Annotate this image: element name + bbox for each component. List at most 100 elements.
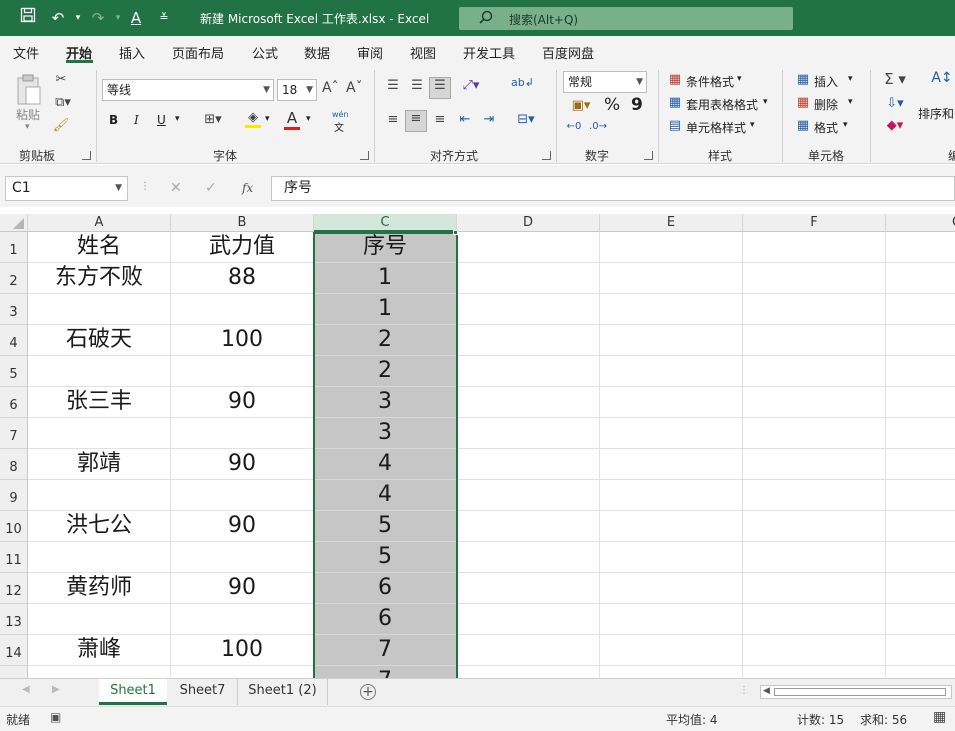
cell[interactable] — [457, 325, 600, 356]
cell[interactable] — [171, 418, 314, 449]
cell[interactable] — [171, 294, 314, 325]
sort-filter-label[interactable]: 排序和 — [918, 105, 954, 122]
font-launcher-icon[interactable] — [360, 151, 369, 160]
chevron-down-icon[interactable]: ▼ — [115, 177, 122, 200]
undo-dropdown-icon[interactable]: ▾ — [67, 7, 89, 29]
insert-cells-button[interactable]: 插入 — [814, 73, 838, 90]
row-header[interactable]: 9 — [0, 480, 28, 511]
cell[interactable]: 90 — [171, 573, 314, 604]
chevron-down-icon[interactable]: ▾ — [750, 120, 755, 130]
font-color-dropdown-icon[interactable]: ▾ — [306, 114, 311, 124]
tab-page-layout[interactable]: 页面布局 — [172, 43, 224, 62]
cut-icon[interactable]: ✂ — [52, 72, 70, 87]
row-header[interactable]: 10 — [0, 511, 28, 542]
cell[interactable] — [171, 666, 314, 678]
cell[interactable]: 4 — [314, 480, 457, 511]
cell[interactable] — [600, 666, 743, 678]
cell[interactable] — [886, 232, 955, 263]
tab-developer[interactable]: 开发工具 — [463, 43, 515, 62]
tab-data[interactable]: 数据 — [304, 43, 330, 62]
cell[interactable] — [743, 666, 886, 678]
row-header[interactable]: 5 — [0, 356, 28, 387]
cell[interactable] — [171, 542, 314, 573]
scrollbar-thumb[interactable] — [774, 688, 946, 696]
tab-file[interactable]: 文件 — [13, 43, 39, 62]
conditional-format-icon[interactable]: ▦ — [667, 72, 683, 87]
cell[interactable] — [743, 573, 886, 604]
delete-cells-icon[interactable]: ▦ — [795, 95, 811, 110]
row-header[interactable]: 4 — [0, 325, 28, 356]
increase-font-icon[interactable]: Aˆ — [322, 80, 339, 96]
cell[interactable] — [457, 635, 600, 666]
bold-button[interactable]: B — [109, 113, 118, 127]
number-format-select[interactable]: 常规 ▼ — [563, 71, 647, 93]
cell[interactable] — [743, 418, 886, 449]
cell[interactable]: 90 — [171, 449, 314, 480]
cell[interactable] — [600, 573, 743, 604]
cell-styles-button[interactable]: 单元格样式 — [686, 119, 746, 136]
phonetic-guide-icon[interactable]: 文 — [334, 119, 344, 134]
cell[interactable] — [28, 480, 171, 511]
cell[interactable] — [28, 294, 171, 325]
cell[interactable]: 1 — [314, 263, 457, 294]
column-header[interactable]: D — [457, 214, 600, 232]
tab-view[interactable]: 视图 — [410, 43, 436, 62]
cell[interactable] — [886, 263, 955, 294]
row-header[interactable]: 3 — [0, 294, 28, 325]
column-header[interactable]: F — [743, 214, 886, 232]
cell[interactable] — [886, 511, 955, 542]
name-box[interactable]: C1 ▼ — [5, 176, 128, 201]
cell[interactable]: 武力值 — [171, 232, 314, 263]
cell[interactable] — [743, 294, 886, 325]
cell[interactable] — [886, 325, 955, 356]
cell[interactable] — [600, 480, 743, 511]
chevron-down-icon[interactable]: ▾ — [848, 97, 853, 107]
cell[interactable] — [171, 480, 314, 511]
cell[interactable]: 6 — [314, 604, 457, 635]
cell[interactable] — [600, 263, 743, 294]
formula-input[interactable]: 序号 — [271, 176, 955, 201]
paste-icon[interactable] — [14, 74, 44, 108]
font-size-select[interactable]: 18 ▼ — [277, 79, 317, 101]
cell[interactable]: 东方不败 — [28, 263, 171, 294]
fill-icon[interactable]: ⇩▾ — [880, 96, 910, 111]
cell[interactable] — [171, 604, 314, 635]
cell[interactable] — [886, 418, 955, 449]
cell[interactable] — [457, 356, 600, 387]
delete-cells-button[interactable]: 删除 — [814, 96, 838, 113]
clipboard-launcher-icon[interactable] — [82, 151, 91, 160]
cell[interactable] — [886, 635, 955, 666]
cell[interactable] — [171, 356, 314, 387]
cell[interactable] — [28, 666, 171, 678]
underline-button[interactable]: U — [157, 113, 166, 127]
cell[interactable]: 90 — [171, 511, 314, 542]
decrease-indent-icon[interactable]: ⇤ — [456, 112, 474, 127]
cell[interactable] — [28, 356, 171, 387]
comma-style-button[interactable]: 9 — [631, 95, 643, 115]
currency-icon[interactable]: ▣▾ — [565, 98, 597, 113]
cell[interactable] — [743, 635, 886, 666]
column-header[interactable]: G — [886, 214, 955, 232]
cell[interactable] — [886, 449, 955, 480]
macro-record-icon[interactable]: ▣ — [50, 710, 61, 724]
cell[interactable]: 5 — [314, 511, 457, 542]
cell[interactable] — [743, 542, 886, 573]
cell[interactable]: 姓名 — [28, 232, 171, 263]
cell[interactable] — [743, 325, 886, 356]
cell[interactable]: 90 — [171, 387, 314, 418]
select-all-corner[interactable] — [0, 214, 28, 232]
cell[interactable]: 2 — [314, 356, 457, 387]
fill-color-dropdown-icon[interactable]: ▾ — [265, 114, 270, 124]
cell[interactable]: 5 — [314, 542, 457, 573]
sheet-tab-sheet1-2[interactable]: Sheet1 (2) — [238, 679, 328, 705]
normal-view-icon[interactable]: ▦ — [933, 709, 946, 725]
cell[interactable] — [457, 232, 600, 263]
cell[interactable] — [886, 356, 955, 387]
paste-label[interactable]: 粘贴 — [16, 106, 40, 123]
cell[interactable] — [28, 604, 171, 635]
cell[interactable] — [600, 511, 743, 542]
number-launcher-icon[interactable] — [644, 151, 653, 160]
row-header[interactable]: 12 — [0, 573, 28, 604]
cell[interactable]: 100 — [171, 635, 314, 666]
orientation-icon[interactable]: ⤢▾ — [456, 78, 486, 93]
